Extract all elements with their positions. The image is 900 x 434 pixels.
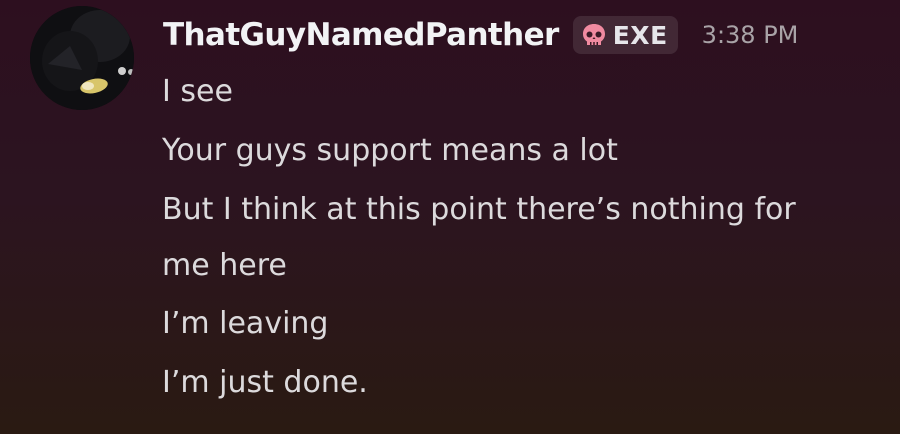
message-content: I see Your guys support means a lot But … [162,70,862,420]
avatar[interactable] [30,6,134,110]
message-header: ThatGuyNamedPanther EXE 3:38 PM [163,12,798,58]
role-tag[interactable]: EXE [572,16,678,54]
message-line: I’m leaving [162,306,329,341]
message-line: I’m just done. [162,365,368,400]
username[interactable]: ThatGuyNamedPanther [163,17,559,53]
message-line: But I think at this point there’s nothin… [162,192,796,283]
timestamp: 3:38 PM [701,21,799,49]
skull-icon [582,24,605,45]
message-line: Your guys support means a lot [162,133,618,168]
message-line: I see [162,74,233,109]
role-tag-label: EXE [612,20,668,50]
avatar-image [30,6,134,110]
chat-message: ThatGuyNamedPanther EXE 3:38 PM I see Yo… [0,0,900,434]
